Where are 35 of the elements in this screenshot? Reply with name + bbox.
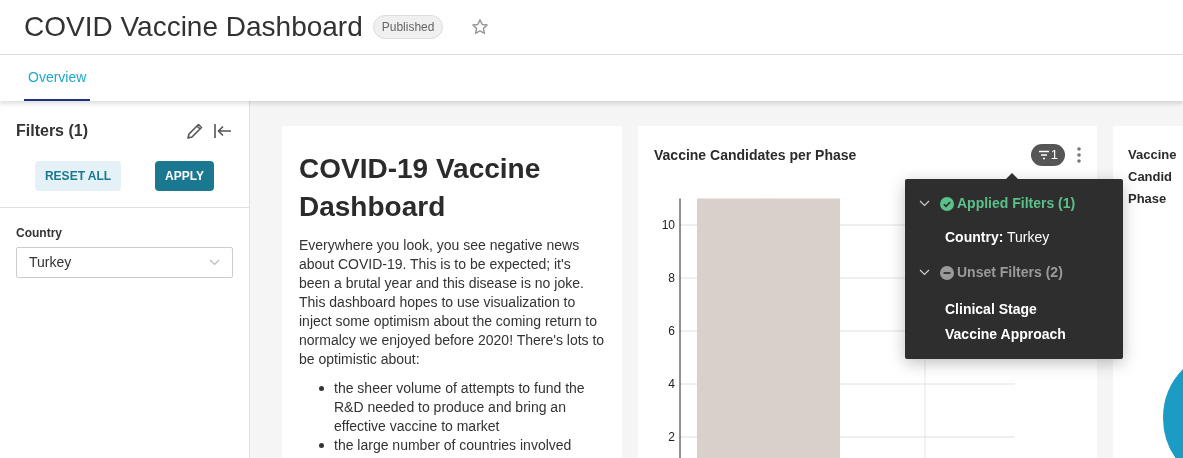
- chevron-down-icon[interactable]: [919, 269, 930, 276]
- collapse-icon[interactable]: [213, 122, 233, 140]
- apply-button[interactable]: APPLY: [155, 161, 214, 191]
- minus-circle-icon: [940, 265, 954, 280]
- check-circle-icon: [940, 196, 954, 211]
- pencil-icon[interactable]: [185, 121, 205, 141]
- chevron-down-icon[interactable]: [919, 200, 930, 207]
- dashboard-title: COVID Vaccine Dashboard: [24, 10, 363, 44]
- bullet-text: the large number of countries involved: [334, 436, 572, 455]
- chevron-down-icon: [209, 259, 220, 266]
- filter-item: Clinical Stage: [945, 300, 1038, 319]
- filter-item: Vaccine Approach: [945, 325, 1067, 344]
- chart-title: Vaccine Candid Phase: [1128, 146, 1178, 208]
- status-badge: Published: [372, 15, 444, 39]
- filter-item: Country: Turkey: [945, 228, 1051, 247]
- axis-tick-label: 6: [668, 324, 675, 338]
- axis-tick-label: 4: [668, 377, 675, 391]
- reset-button[interactable]: RESET ALL: [34, 161, 122, 191]
- field-label: Country: [16, 225, 63, 242]
- chart-title: Vaccine Candidates per Phase: [654, 145, 857, 165]
- filter-icon: [1037, 150, 1050, 160]
- filters-title: Filters (1): [16, 121, 88, 141]
- filter-section-title: Applied Filters (1): [957, 194, 1076, 213]
- axis-tick-label: 10: [661, 218, 675, 232]
- filter-section-title: Unset Filters (2): [957, 263, 1063, 282]
- bullet-icon: [319, 443, 324, 448]
- markdown-paragraph: Everywhere you look, you see negative news about COVID-19. This is to be expected; it's been a brutal year and this disease is no joke. This dashboard hopes to use visualization to inject some optimism about the coming return to normalcy we enjoyed before 2020! There's lots to be optimistic about:: [299, 236, 605, 369]
- filter-badge[interactable]: 1: [1030, 144, 1065, 166]
- markdown-heading: COVID-19 Vaccine Dashboard: [299, 152, 542, 224]
- bullet-icon: [319, 386, 324, 391]
- star-icon[interactable]: [471, 18, 490, 36]
- axis-tick-label: 8: [668, 271, 675, 285]
- more-icon[interactable]: [1077, 147, 1081, 163]
- country-select[interactable]: Turkey: [16, 247, 233, 278]
- axis-tick-label: 2: [668, 430, 675, 444]
